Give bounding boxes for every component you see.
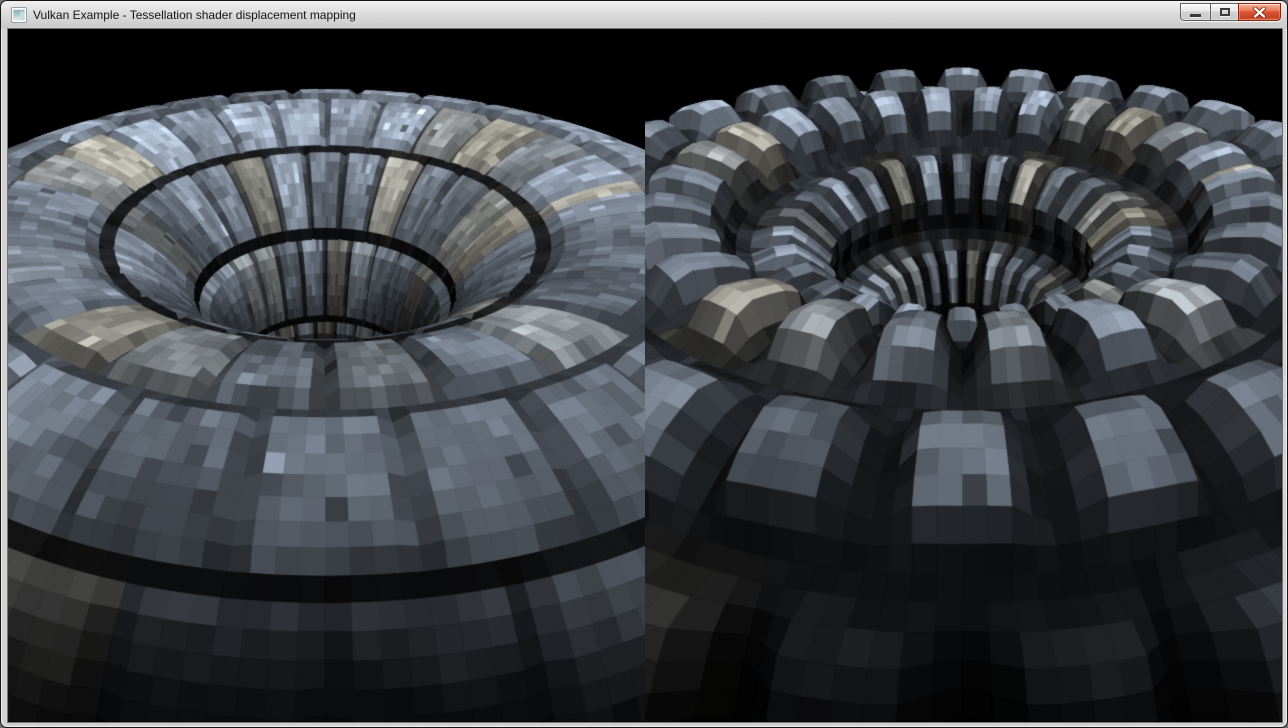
app-icon bbox=[11, 7, 27, 23]
window-title: Vulkan Example - Tessellation shader dis… bbox=[33, 1, 356, 29]
minimize-icon bbox=[1190, 14, 1201, 17]
viewport-right-torus-displacement[interactable] bbox=[645, 29, 1282, 722]
close-button[interactable] bbox=[1238, 3, 1281, 21]
window-controls bbox=[1181, 3, 1281, 21]
viewport-left-torus-no-displacement[interactable] bbox=[8, 29, 645, 722]
titlebar[interactable]: Vulkan Example - Tessellation shader dis… bbox=[1, 1, 1287, 29]
vulkan-example-window: Vulkan Example - Tessellation shader dis… bbox=[0, 0, 1288, 728]
close-icon bbox=[1253, 7, 1266, 18]
maximize-icon bbox=[1220, 8, 1230, 16]
maximize-button[interactable] bbox=[1210, 3, 1239, 21]
render-area bbox=[8, 29, 1282, 722]
minimize-button[interactable] bbox=[1180, 3, 1211, 21]
